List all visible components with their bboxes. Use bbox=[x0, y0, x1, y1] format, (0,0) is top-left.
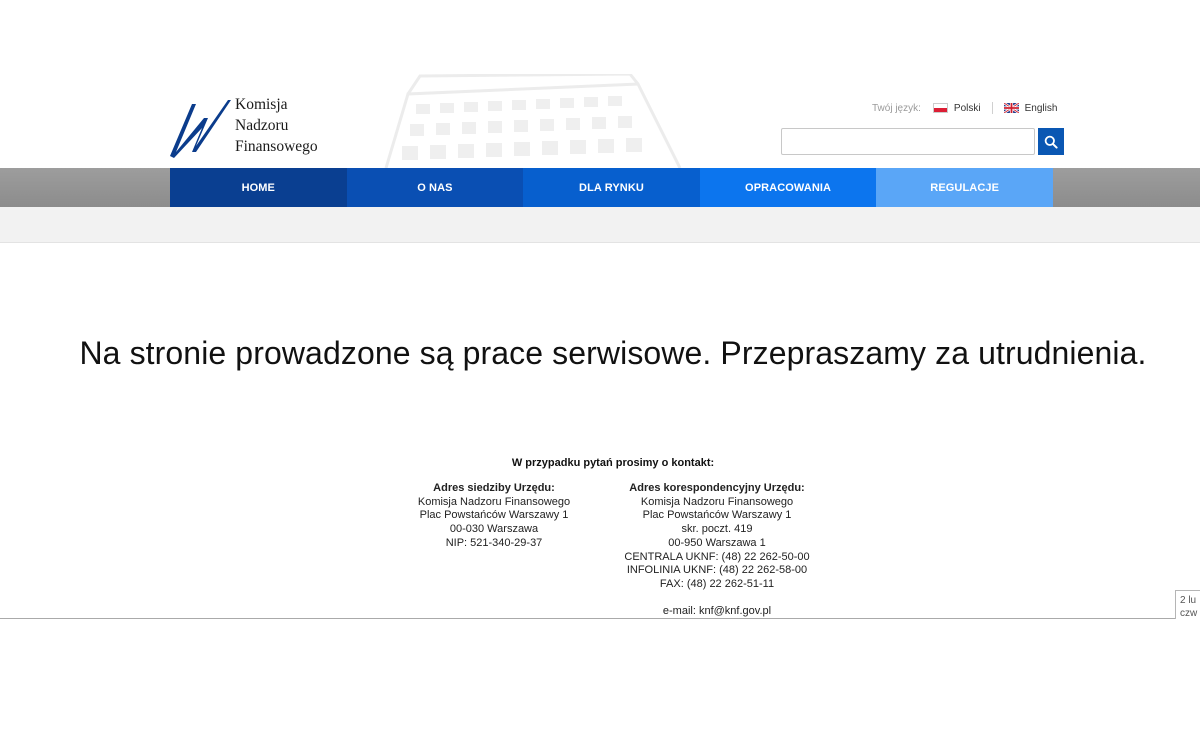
address-line: Plac Powstańców Warszawy 1 bbox=[419, 509, 569, 522]
contact-heading: W przypadku pytań prosimy o kontakt: bbox=[511, 457, 715, 469]
lang-polski-link[interactable]: Polski bbox=[932, 102, 981, 114]
nav-item-dla-rynku[interactable]: DLA RYNKU bbox=[523, 168, 700, 207]
lang-english-label: English bbox=[1024, 102, 1058, 114]
logo-wordmark: Komisja Nadzoru Finansowego bbox=[235, 94, 318, 157]
address-line: Komisja Nadzoru Finansowego bbox=[640, 495, 794, 508]
address-line: Plac Powstańców Warszawy 1 bbox=[642, 509, 792, 522]
address-line: skr. poczt. 419 bbox=[681, 523, 753, 536]
address-line: Komisja Nadzoru Finansowego bbox=[417, 495, 571, 508]
site-header: Komisja Nadzoru Finansowego Twój język: … bbox=[0, 0, 1200, 168]
language-switcher: Twój język: Polski English bbox=[872, 101, 1057, 115]
side-widget-line-2: czw bbox=[1180, 608, 1198, 619]
main-nav: HOME O NAS DLA RYNKU OPRACOWANIA REGULAC… bbox=[170, 168, 1053, 207]
language-label: Twój język: bbox=[872, 102, 921, 114]
logo-line-3: Finansowego bbox=[235, 138, 318, 155]
sub-header-bar bbox=[0, 207, 1200, 243]
fax-line: FAX: (48) 22 262-51-11 bbox=[659, 577, 775, 590]
lang-polski-label: Polski bbox=[953, 102, 981, 114]
nav-item-o-nas[interactable]: O NAS bbox=[346, 168, 524, 207]
phone-line: CENTRALA UKNF: (48) 22 262-50-00 bbox=[624, 550, 810, 563]
lang-english-link[interactable]: English bbox=[1003, 102, 1058, 114]
knf-logo-icon bbox=[170, 100, 231, 158]
search-button[interactable] bbox=[1038, 128, 1064, 155]
email-contact[interactable]: e-mail: knf@knf.gov.pl bbox=[602, 605, 832, 617]
search-input[interactable] bbox=[781, 128, 1035, 155]
logo-line-2: Nadzoru bbox=[235, 117, 289, 134]
correspondence-address: Adres korespondencyjny Urzędu: Komisja N… bbox=[602, 482, 832, 592]
uk-flag-icon bbox=[1003, 103, 1019, 113]
side-widget-line-1: 2 lu bbox=[1180, 595, 1197, 606]
address-line: NIP: 521-340-29-37 bbox=[445, 536, 543, 549]
nav-item-home[interactable]: HOME bbox=[170, 168, 347, 207]
phone-line: INFOLINIA UKNF: (48) 22 262-58-00 bbox=[626, 564, 808, 577]
building-illustration bbox=[384, 74, 682, 168]
page-divider bbox=[0, 618, 1200, 619]
main-nav-bar: HOME O NAS DLA RYNKU OPRACOWANIA REGULAC… bbox=[0, 168, 1200, 207]
address-line: 00-950 Warszawa 1 bbox=[668, 536, 766, 549]
logo-line-1: Komisja bbox=[235, 96, 288, 113]
maintenance-message: Na stronie prowadzone są prace serwisowe… bbox=[79, 335, 1147, 371]
headquarters-title: Adres siedziby Urzędu: bbox=[433, 482, 555, 494]
side-widget: 2 lu czw bbox=[1175, 590, 1200, 619]
poland-flag-icon bbox=[932, 103, 948, 113]
headquarters-address: Adres siedziby Urzędu: Komisja Nadzoru F… bbox=[384, 482, 604, 551]
language-divider bbox=[991, 102, 993, 114]
address-line: 00-030 Warszawa bbox=[449, 523, 539, 536]
knf-logo[interactable]: Komisja Nadzoru Finansowego bbox=[168, 94, 348, 160]
nav-item-opracowania[interactable]: OPRACOWANIA bbox=[699, 168, 877, 207]
nav-item-regulacje[interactable]: REGULACJE bbox=[876, 168, 1053, 207]
correspondence-title: Adres korespondencyjny Urzędu: bbox=[629, 482, 805, 494]
search-bar bbox=[781, 128, 1064, 155]
search-icon bbox=[1044, 135, 1058, 149]
